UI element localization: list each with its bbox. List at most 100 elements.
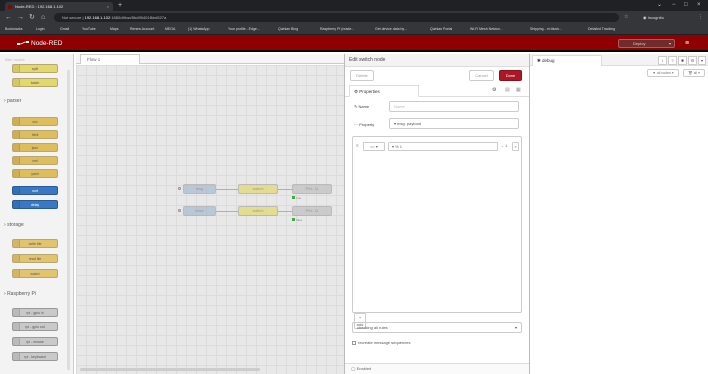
tab-search-icon[interactable]: ⌄ — [657, 0, 662, 10]
debug-filter-select[interactable]: ▼ all nodes ▾ — [647, 69, 679, 77]
bookmark-item[interactable]: Your profile - Edge... — [228, 24, 260, 35]
gpio-out-node[interactable]: PIN: 11 — [292, 184, 332, 194]
check-mode-select[interactable]: checking all rules ▾ — [352, 322, 522, 333]
bookmark-item[interactable]: Shipping - m blush... — [530, 24, 562, 35]
home-icon[interactable]: ⌂ — [41, 12, 45, 23]
palette-category-storage[interactable]: › storage — [4, 222, 24, 228]
bookmark-item[interactable]: (1) WhatsApp — [188, 24, 209, 35]
palette-node[interactable]: sort — [12, 186, 58, 195]
inject-node[interactable]: false — [183, 206, 216, 216]
remove-rule-button[interactable]: × — [512, 142, 519, 151]
node-enabled-toggle[interactable]: ◯ Enabled — [345, 363, 529, 374]
deploy-dropdown-icon[interactable]: ▾ — [669, 40, 671, 48]
browser-menu-icon[interactable]: ⋮ — [698, 12, 703, 23]
palette-category-raspberry-pi[interactable]: › Raspberry Pi — [4, 291, 36, 297]
palette-node[interactable]: write file — [12, 239, 58, 248]
bookmark-item[interactable]: Get device data by... — [375, 24, 407, 35]
switch-node[interactable]: switch — [238, 206, 278, 216]
property-input[interactable]: ▾ msg. payload — [389, 118, 519, 129]
bookmark-item[interactable]: Renew Account — [130, 24, 154, 35]
cancel-button[interactable]: Cancel — [469, 70, 494, 81]
typed-input-type[interactable]: ▾ — [394, 121, 396, 126]
palette-node[interactable]: xml — [12, 156, 58, 165]
palette-node[interactable]: rpi - gpio out — [12, 322, 58, 331]
reload-icon[interactable]: ↻ — [29, 12, 35, 23]
gpio-out-node[interactable]: PIN: 11 — [292, 206, 332, 216]
new-tab-button[interactable]: + — [118, 1, 122, 10]
url-input[interactable]: Not secure | 192.168.1.102:1880/#flow/5b… — [54, 13, 619, 22]
done-button[interactable]: Done — [499, 70, 522, 81]
palette-node[interactable]: rpi - keyboard — [12, 352, 58, 361]
inject-button[interactable] — [178, 187, 181, 190]
palette-scrollbar[interactable] — [67, 70, 70, 370]
recreate-sequences-checkbox[interactable]: recreate message sequences — [352, 340, 410, 345]
palette-node[interactable]: batch — [12, 78, 58, 87]
rules-list[interactable] — [352, 136, 522, 313]
deploy-button[interactable]: Deploy ▾ — [618, 39, 675, 48]
delete-button[interactable]: Delete — [350, 70, 374, 81]
debug-icon[interactable]: ✱ — [678, 56, 687, 65]
drag-handle-icon[interactable]: ≡ — [356, 143, 359, 149]
rule-value-input[interactable]: ▾ % 1 — [388, 142, 498, 151]
palette-node[interactable]: split — [12, 64, 58, 73]
palette-category-parser[interactable]: › parser — [4, 98, 21, 104]
wire[interactable] — [216, 211, 238, 212]
bookmark-item[interactable]: Quinlan Blog — [278, 24, 298, 35]
bookmark-item[interactable]: YouTube — [82, 24, 96, 35]
bookmark-item[interactable]: Raspberry Pi (reade... — [320, 24, 354, 35]
switch-node[interactable]: switch — [238, 184, 278, 194]
node-red-favicon-icon — [8, 4, 12, 9]
forward-icon[interactable]: → — [17, 12, 24, 23]
incognito-indicator[interactable]: ◉ Incognito — [643, 13, 664, 22]
debug-clear-select[interactable]: 🗑 all ▾ — [683, 69, 705, 77]
palette-node[interactable]: watch — [12, 269, 58, 278]
palette-node[interactable]: json — [12, 143, 58, 152]
wire[interactable] — [278, 189, 292, 190]
flow-tab[interactable]: Flow 1 — [80, 54, 140, 64]
bookmark-item[interactable]: Detailed Tracking — [588, 24, 615, 35]
not-secure-indicator[interactable]: Not secure — [62, 15, 81, 20]
palette-node[interactable]: yaml — [12, 169, 58, 178]
workspace-scrollbar[interactable] — [80, 368, 260, 371]
palette-node[interactable]: rpi - mouse — [12, 337, 58, 346]
close-tab-icon[interactable]: × — [107, 2, 109, 11]
flow-workspace[interactable] — [76, 65, 344, 374]
config-icon[interactable]: ⚙ — [688, 56, 697, 65]
sidebar-menu-icon[interactable]: ▾ — [698, 56, 706, 65]
bookmark-star-icon[interactable]: ☆ — [624, 12, 628, 23]
wire[interactable] — [278, 211, 292, 212]
hamburger-icon[interactable]: ≡ — [685, 39, 689, 48]
info-icon[interactable]: i — [658, 56, 667, 65]
inject-button[interactable] — [178, 209, 181, 212]
wire[interactable] — [216, 189, 238, 190]
appearance-icon[interactable]: ▦ — [516, 87, 521, 93]
palette-node[interactable]: html — [12, 130, 58, 139]
browser-tab[interactable]: Node-RED : 192.168.1.102 × — [5, 2, 113, 11]
bookmark-item[interactable]: Quinlan Portal — [430, 24, 452, 35]
bookmark-item[interactable]: Bookmarks — [5, 24, 23, 35]
palette-node[interactable]: read file — [12, 254, 58, 263]
settings-icon[interactable]: ⚙ — [492, 87, 496, 93]
help-icon[interactable]: ? — [668, 56, 677, 65]
inject-node[interactable]: msg — [183, 184, 216, 194]
tab-properties[interactable]: ⚙ Properties — [349, 85, 419, 97]
palette-search-input[interactable]: filter nodes — [2, 56, 70, 64]
name-input[interactable]: Name — [389, 101, 519, 112]
tab-debug[interactable]: ✱ debug — [532, 55, 602, 66]
bookmark-item[interactable]: Maps — [110, 24, 119, 35]
description-icon[interactable]: ▤ — [505, 87, 510, 93]
bookmark-item[interactable]: Gmail — [60, 24, 69, 35]
close-window-icon[interactable]: × — [697, 0, 701, 10]
back-icon[interactable]: ← — [5, 12, 12, 23]
app-logo: Node-RED — [17, 38, 62, 49]
palette-node[interactable]: delay — [12, 200, 58, 209]
palette-node[interactable]: csv — [12, 117, 58, 126]
palette-node[interactable]: rpi - gpio in — [12, 308, 58, 317]
bookmark-item[interactable]: MEGA — [165, 24, 175, 35]
maximize-icon[interactable]: □ — [684, 0, 688, 10]
bookmark-item[interactable]: Login — [36, 24, 45, 35]
operator-select[interactable]: == ▾ — [363, 142, 385, 151]
minimize-icon[interactable]: − — [672, 0, 676, 10]
url-path: :1880/#flow/5bd95401f6ed527a — [110, 15, 167, 20]
bookmark-item[interactable]: Wi-Fi Mesh Networ... — [470, 24, 502, 35]
